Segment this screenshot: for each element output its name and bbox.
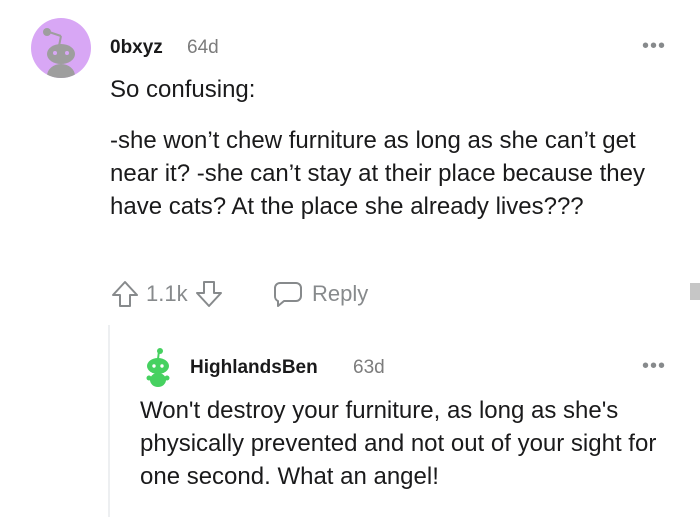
more-options-icon[interactable]: ••• xyxy=(642,356,666,376)
reply-button[interactable]: Reply xyxy=(272,279,368,309)
vote-count: 1.1k xyxy=(146,281,188,306)
scrollbar-thumb[interactable] xyxy=(690,283,700,300)
user-avatar[interactable] xyxy=(140,347,176,387)
more-options-icon[interactable]: ••• xyxy=(642,36,666,56)
user-avatar[interactable] xyxy=(31,18,91,78)
downvote-arrow-icon[interactable] xyxy=(194,279,224,309)
comment-text-paragraph: -she won’t chew furniture as long as she… xyxy=(110,127,645,220)
upvote-arrow-icon[interactable] xyxy=(110,279,140,309)
comment-author[interactable]: 0bxyz xyxy=(110,37,163,59)
snoo-avatar-icon xyxy=(146,348,170,387)
comment-age: 63d xyxy=(353,357,385,378)
snoo-avatar-icon xyxy=(43,28,75,78)
speech-bubble-icon xyxy=(274,282,302,307)
thread-line[interactable] xyxy=(108,325,110,517)
reply-label: Reply xyxy=(312,281,369,306)
comment-author[interactable]: HighlandsBen xyxy=(190,357,318,379)
comment-text-line: So confusing: xyxy=(110,76,256,103)
vote-bar: 1.1k xyxy=(110,279,224,309)
comment-age: 64d xyxy=(187,37,219,58)
comment-text-paragraph: Won't destroy your furniture, as long as… xyxy=(140,397,657,490)
